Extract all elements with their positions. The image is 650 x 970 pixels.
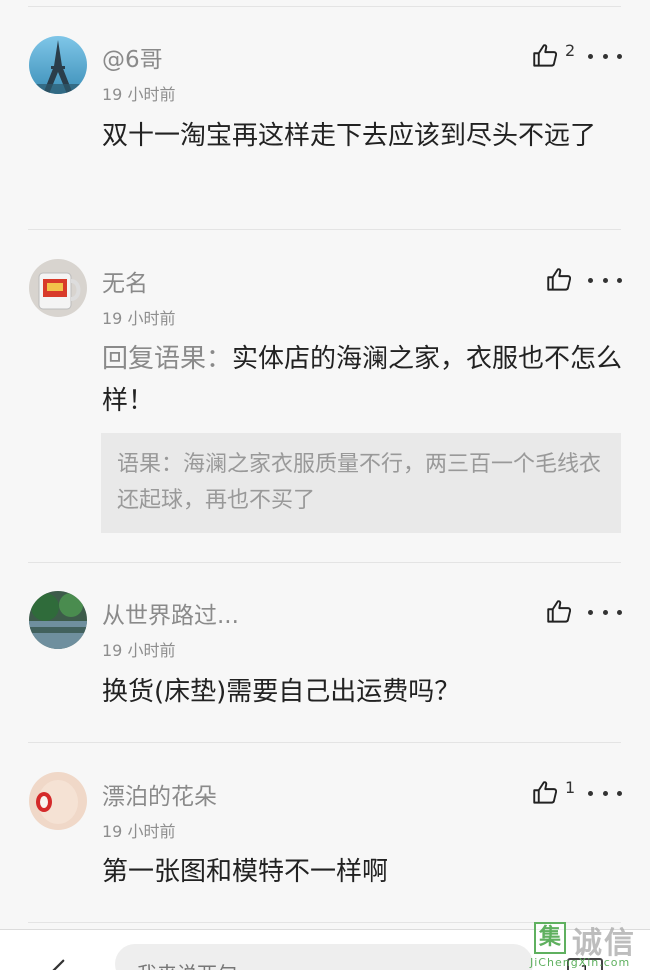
timestamp: 19 小时前 [102, 822, 176, 841]
more-dots-icon [602, 277, 608, 283]
like-button[interactable]: 2 [532, 41, 576, 69]
timestamp: 19 小时前 [102, 85, 176, 104]
more-dots-icon [617, 609, 622, 615]
more-dots-icon [588, 609, 593, 615]
more-dots-icon [602, 609, 608, 615]
more-dots-icon [588, 790, 593, 796]
comment-divider [28, 742, 621, 743]
top-divider [28, 6, 621, 7]
reply-prefix[interactable]: 回复语果： [102, 344, 232, 374]
mug-avatar-image [29, 259, 87, 317]
quoted-comment[interactable]: 语果：海澜之家衣服质量不行，两三百一个毛线衣还起球，再也不买了 [101, 433, 621, 533]
username[interactable]: 漂泊的花朵 [102, 777, 217, 811]
thumbs-up-icon [547, 600, 572, 623]
username[interactable]: 无名 [102, 264, 148, 298]
landscape-avatar-image [29, 591, 87, 649]
like-button[interactable]: 1 [532, 778, 576, 806]
like-count: 1 [565, 778, 576, 797]
more-options-button[interactable] [588, 781, 622, 805]
pencil-icon [52, 959, 65, 970]
comment-text: 第一张图和模特不一样啊 [102, 857, 389, 887]
eiffel-tower-avatar-image [29, 36, 87, 94]
more-options-button[interactable] [588, 268, 622, 292]
thumbs-up-icon [533, 781, 558, 804]
site-watermark: 集 诚信 JiChengXin.com [530, 920, 650, 970]
thumbs-up-icon [533, 44, 558, 67]
avatar[interactable] [29, 591, 87, 649]
more-options-button[interactable] [588, 44, 622, 68]
username[interactable]: @6哥 [102, 40, 163, 74]
timestamp: 19 小时前 [102, 309, 176, 328]
thumbs-up-icon [547, 268, 572, 291]
comment-text: 回复语果：实体店的海澜之家，衣服也不怎么样！ [102, 338, 626, 422]
write-comment-button[interactable] [42, 948, 76, 970]
avatar[interactable] [29, 772, 87, 830]
comment-divider [28, 229, 621, 230]
more-dots-icon [602, 53, 608, 59]
comment-input[interactable]: 我来说两句 [115, 944, 533, 970]
like-button[interactable] [546, 598, 573, 625]
more-dots-icon [588, 277, 593, 283]
more-dots-icon [602, 790, 608, 796]
username[interactable]: 从世界路过... [102, 596, 239, 630]
like-button[interactable] [546, 266, 573, 293]
more-dots-icon [617, 53, 622, 59]
avatar[interactable] [29, 259, 87, 317]
comment-divider [28, 562, 621, 563]
watermark-url: JiChengXin.com [530, 956, 631, 969]
timestamp: 19 小时前 [102, 641, 176, 660]
more-dots-icon [588, 53, 593, 59]
watermark-logo: 集 [534, 922, 566, 954]
comment-text: 双十一淘宝再这样走下去应该到尽头不远了 [102, 121, 597, 151]
avatar[interactable] [29, 36, 87, 94]
like-count: 2 [565, 41, 576, 60]
lips-avatar-image [29, 772, 87, 830]
more-dots-icon [617, 790, 622, 796]
more-options-button[interactable] [588, 600, 622, 624]
comment-text: 换货(床垫)需要自己出运费吗？ [102, 677, 461, 707]
more-dots-icon [617, 277, 622, 283]
